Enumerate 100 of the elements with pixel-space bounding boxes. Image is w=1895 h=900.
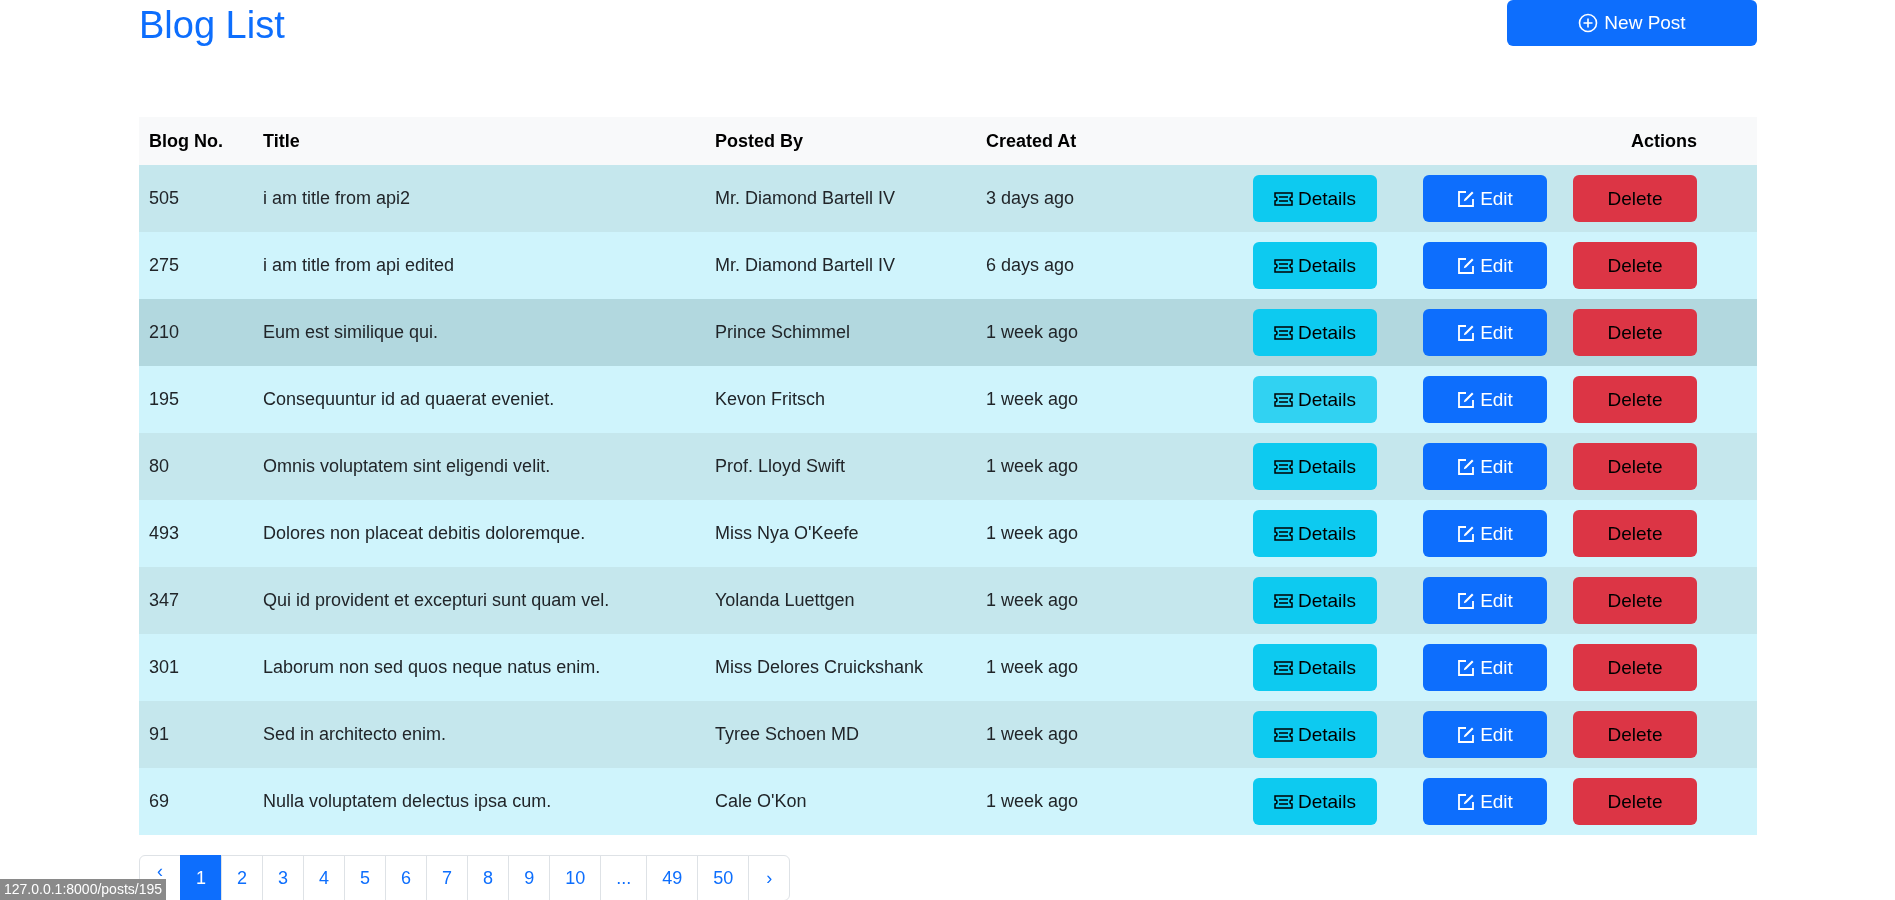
table-cell-text: 1 week ago [985, 456, 1080, 477]
table-cell-text: Eum est similique qui. [262, 322, 440, 343]
details-button[interactable]: Details [1253, 577, 1377, 624]
delete-button[interactable]: Delete [1573, 376, 1697, 423]
edit-button[interactable]: Edit [1423, 644, 1547, 691]
new-post-button[interactable]: New Post [1507, 0, 1757, 46]
ticket-icon [1273, 392, 1293, 407]
details-button[interactable]: Details [1253, 644, 1377, 691]
ticket-icon [1273, 526, 1293, 541]
delete-button[interactable]: Delete [1573, 644, 1697, 691]
edit-icon [1457, 658, 1476, 677]
table-cell-text: 69 [148, 791, 171, 812]
table-row[interactable]: 69 Nulla voluptatem delectus ipsa cum. Cale O'Kon 1 week ago Details Edit Delete [139, 768, 1757, 835]
details-button[interactable]: Details [1253, 175, 1377, 222]
edit-button[interactable]: Edit [1423, 242, 1547, 289]
table-cell-text: 1 week ago [985, 523, 1080, 544]
edit-icon [1457, 323, 1476, 342]
table-cell-text: Cale O'Kon [714, 791, 808, 812]
page-link[interactable]: › [748, 855, 791, 900]
details-button[interactable]: Details [1253, 443, 1377, 490]
table-row[interactable]: 80 Omnis voluptatem sint eligendi velit. Prof. Lloyd Swift 1 week ago Details Edit Delete [139, 433, 1757, 500]
table-cell-text: i am title from api2 [262, 188, 412, 209]
edit-icon [1457, 725, 1476, 744]
table-cell-text: Sed in architecto enim. [262, 724, 448, 745]
edit-button[interactable]: Edit [1423, 443, 1547, 490]
delete-button[interactable]: Delete [1573, 577, 1697, 624]
delete-button[interactable]: Delete [1573, 510, 1697, 557]
table-cell-text: 80 [148, 456, 171, 477]
table-cell-text: Kevon Fritsch [714, 389, 827, 410]
edit-icon [1457, 390, 1476, 409]
column-header: Created At [985, 130, 1078, 152]
ticket-icon [1273, 660, 1293, 675]
edit-button[interactable]: Edit [1423, 376, 1547, 423]
table-cell-text: Laborum non sed quos neque natus enim. [262, 657, 602, 678]
table-row[interactable]: 210 Eum est similique qui. Prince Schimmel 1 week ago Details Edit Delete [139, 299, 1757, 366]
ticket-icon [1273, 191, 1293, 206]
table-cell-text: Prince Schimmel [714, 322, 852, 343]
details-button[interactable]: Details [1253, 376, 1377, 423]
edit-button[interactable]: Edit [1423, 309, 1547, 356]
delete-button[interactable]: Delete [1573, 175, 1697, 222]
details-button[interactable]: Details [1253, 711, 1377, 758]
edit-button[interactable]: Edit [1423, 175, 1547, 222]
edit-button[interactable]: Edit [1423, 577, 1547, 624]
table-cell-text: i am title from api edited [262, 255, 456, 276]
table-row[interactable]: 505 i am title from api2 Mr. Diamond Bartell IV 3 days ago Details Edit Delete [139, 165, 1757, 232]
edit-button[interactable]: Edit [1423, 510, 1547, 557]
table-cell-text: 1 week ago [985, 389, 1080, 410]
table-cell-text: 195 [148, 389, 181, 410]
table-row[interactable]: 275 i am title from api edited Mr. Diamond Bartell IV 6 days ago Details Edit Delete [139, 232, 1757, 299]
table-row[interactable]: 195 Consequuntur id ad quaerat eveniet. Kevon Fritsch 1 week ago Details Edit Delete [139, 366, 1757, 433]
column-header: Title [262, 130, 301, 152]
edit-icon [1457, 256, 1476, 275]
ticket-icon [1273, 325, 1293, 340]
delete-button[interactable]: Delete [1573, 778, 1697, 825]
table-cell-text: 3 days ago [985, 188, 1076, 209]
ticket-icon [1273, 258, 1293, 273]
ticket-icon [1273, 593, 1293, 608]
delete-button[interactable]: Delete [1573, 309, 1697, 356]
details-button[interactable]: Details [1253, 242, 1377, 289]
table-cell-text: 6 days ago [985, 255, 1076, 276]
edit-icon [1457, 524, 1476, 543]
edit-icon [1457, 189, 1476, 208]
table-cell-text: 210 [148, 322, 181, 343]
plus-circle-icon [1578, 13, 1599, 33]
edit-button[interactable]: Edit [1423, 711, 1547, 758]
table-cell-text: Qui id provident et excepturi sunt quam vel. [262, 590, 611, 611]
table-cell-text: Consequuntur id ad quaerat eveniet. [262, 389, 556, 410]
delete-button[interactable]: Delete [1573, 443, 1697, 490]
edit-icon [1457, 792, 1476, 811]
ticket-icon [1273, 727, 1293, 742]
table-cell-text: Omnis voluptatem sint eligendi velit. [262, 456, 552, 477]
table-cell-text: 347 [148, 590, 181, 611]
delete-button[interactable]: Delete [1573, 711, 1697, 758]
table-cell-text: Prof. Lloyd Swift [714, 456, 847, 477]
table-cell-text: 505 [148, 188, 181, 209]
table-row[interactable]: 301 Laborum non sed quos neque natus enim. Miss Delores Cruickshank 1 week ago Details Edit Delete [139, 634, 1757, 701]
table-row[interactable]: 493 Dolores non placeat debitis doloremque. Miss Nya O'Keefe 1 week ago Details Edit Delete [139, 500, 1757, 567]
page-link[interactable]: 1 [180, 855, 222, 900]
table-cell-text: 493 [148, 523, 181, 544]
table-cell-text: 1 week ago [985, 791, 1080, 812]
table-cell-text: Miss Nya O'Keefe [714, 523, 860, 544]
status-url-tooltip: 127.0.0.1:8000/posts/195 [0, 879, 167, 900]
details-button[interactable]: Details [1253, 510, 1377, 557]
table-cell-text: 275 [148, 255, 181, 276]
table-cell-text: 1 week ago [985, 724, 1080, 745]
edit-button[interactable]: Edit [1423, 778, 1547, 825]
details-button[interactable]: Details [1253, 778, 1377, 825]
table-cell-text: Mr. Diamond Bartell IV [714, 255, 897, 276]
delete-button[interactable]: Delete [1573, 242, 1697, 289]
table-cell-text: 1 week ago [985, 322, 1080, 343]
table-row[interactable]: 347 Qui id provident et excepturi sunt quam vel. Yolanda Luettgen 1 week ago Details Edit Delete [139, 567, 1757, 634]
table-row[interactable]: 91 Sed in architecto enim. Tyree Schoen MD 1 week ago Details Edit Delete [139, 701, 1757, 768]
page-link[interactable]: 2 [221, 855, 264, 900]
table-cell-text: Mr. Diamond Bartell IV [714, 188, 897, 209]
column-header: Blog No. [148, 130, 224, 152]
table-cell-text: Tyree Schoen MD [714, 724, 861, 745]
table-cell-text: Nulla voluptatem delectus ipsa cum. [262, 791, 553, 812]
page-title: Blog List [139, 3, 285, 48]
details-button[interactable]: Details [1253, 309, 1377, 356]
edit-icon [1457, 591, 1476, 610]
